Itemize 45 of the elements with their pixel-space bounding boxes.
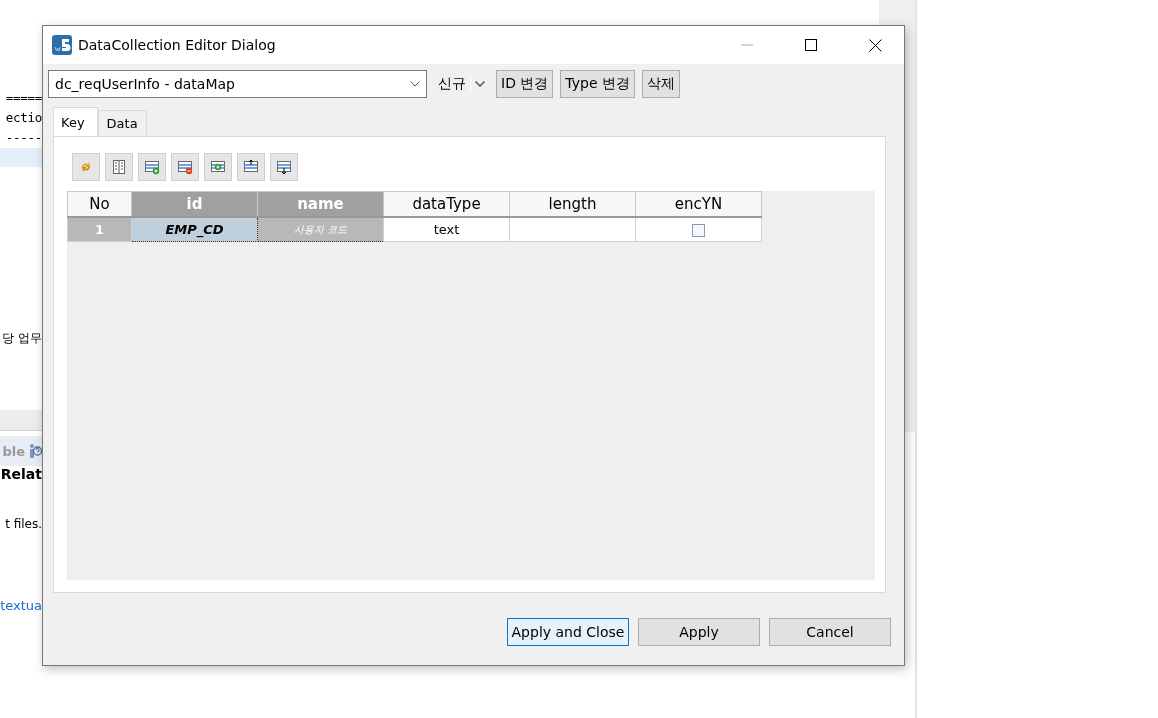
insert-row-icon bbox=[210, 159, 226, 175]
dialog-button[interactable]: Apply bbox=[638, 618, 760, 646]
dialog-button[interactable]: Cancel bbox=[769, 618, 891, 646]
table-cell: text bbox=[383, 217, 510, 242]
code-text: ===== bbox=[5, 89, 42, 107]
section-heading: Relat bbox=[0, 466, 42, 482]
remove-row-icon bbox=[177, 159, 193, 175]
toolbar-button[interactable] bbox=[237, 153, 265, 181]
move-down-icon bbox=[276, 159, 292, 175]
row-number: 1 bbox=[67, 217, 132, 242]
toolbar-button[interactable] bbox=[105, 153, 133, 181]
table-cell: 사용자 코드 bbox=[257, 217, 384, 242]
chevron-icon bbox=[475, 81, 485, 87]
tab[interactable]: Data bbox=[97, 110, 147, 136]
toolbar-button[interactable] bbox=[171, 153, 199, 181]
columns-icon bbox=[111, 159, 127, 175]
background-text: 당 업무 bbox=[2, 330, 42, 347]
window-title: DataCollection Editor Dialog bbox=[78, 37, 277, 53]
help-icon[interactable] bbox=[28, 443, 42, 459]
column-header[interactable]: length bbox=[509, 191, 636, 217]
toolbar-button[interactable] bbox=[204, 153, 232, 181]
close-icon[interactable] bbox=[868, 38, 882, 52]
maximize-icon[interactable] bbox=[805, 39, 817, 51]
code-text: ----- bbox=[5, 129, 42, 147]
column-header[interactable]: dataType bbox=[383, 191, 510, 217]
column-header[interactable]: No bbox=[67, 191, 132, 217]
checkbox[interactable] bbox=[692, 224, 705, 237]
table-cell: EMP_CD bbox=[131, 217, 258, 242]
link[interactable]: textua bbox=[0, 598, 42, 613]
chevron-icon bbox=[410, 81, 420, 87]
move-up-icon bbox=[243, 159, 259, 175]
toolbar-button[interactable]: Type 변경 bbox=[560, 70, 635, 98]
toolbar-button[interactable]: 삭제 bbox=[641, 70, 680, 98]
dialog-button[interactable]: Apply and Close bbox=[507, 618, 629, 646]
new-menu-button[interactable]: 신규 bbox=[434, 75, 489, 93]
toolbar-button[interactable]: ID 변경 bbox=[496, 70, 554, 98]
toolbar-button[interactable] bbox=[270, 153, 298, 181]
collection-dropdown[interactable]: dc_reqUserInfo - dataMap bbox=[48, 70, 427, 98]
tab[interactable]: Key bbox=[53, 107, 98, 136]
app-icon bbox=[52, 35, 72, 55]
column-header[interactable]: encYN bbox=[635, 191, 762, 217]
add-row-icon bbox=[144, 159, 160, 175]
toolbar-button[interactable] bbox=[138, 153, 166, 181]
code-text: ectio bbox=[5, 109, 42, 127]
background-text: t files. bbox=[5, 517, 42, 531]
